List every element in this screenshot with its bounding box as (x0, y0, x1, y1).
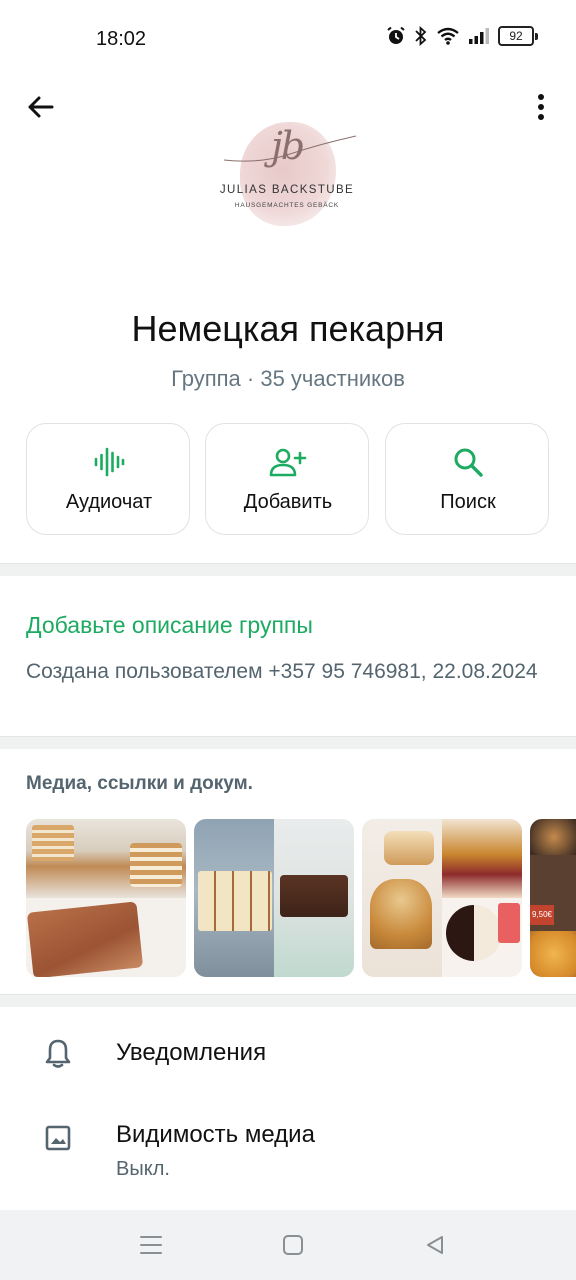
more-options-button[interactable] (526, 90, 556, 124)
battery-icon: 92 (498, 26, 538, 46)
nav-home-button[interactable] (278, 1232, 308, 1258)
nav-menu-button[interactable] (136, 1232, 166, 1258)
section-divider (0, 563, 576, 576)
notifications-row[interactable]: Уведомления (0, 1008, 576, 1098)
search-label: Поиск (440, 491, 496, 513)
audio-wave-icon (94, 447, 125, 477)
home-square-icon (283, 1235, 303, 1255)
nav-back-button[interactable] (420, 1232, 450, 1258)
audio-chat-button[interactable]: Аудиочат (26, 423, 190, 535)
image-icon (45, 1125, 71, 1151)
media-thumbnail-bread-price[interactable]: 9,50€ (530, 819, 576, 977)
media-thumbnail-bundt-cake[interactable] (362, 819, 522, 977)
section-divider (0, 994, 576, 1007)
logo-name: JULIAS BACKSTUBE (219, 184, 355, 196)
bell-icon (45, 1039, 71, 1068)
media-visibility-value: Выкл. (116, 1158, 170, 1180)
group-avatar[interactable]: jb JULIAS BACKSTUBE HAUSGEMACHTES GEBÄCK (212, 112, 362, 232)
status-icons: 92 (386, 26, 538, 46)
audio-chat-label: Аудиочат (65, 491, 153, 513)
notifications-label: Уведомления (116, 1039, 267, 1066)
logo-monogram: jb (270, 124, 305, 168)
add-participant-label: Добавить (243, 491, 333, 513)
status-bar: 18:02 92 (0, 0, 576, 76)
media-section-title[interactable]: Медиа, ссылки и докум. (26, 773, 253, 795)
signal-icon (469, 28, 489, 44)
status-time: 18:02 (96, 28, 147, 50)
back-triangle-icon (427, 1236, 443, 1254)
alarm-icon (387, 26, 405, 44)
group-title: Немецкая пекарня (131, 308, 445, 349)
media-visibility-row[interactable]: Видимость медиа Выкл. (0, 1100, 576, 1200)
group-subtitle[interactable]: Группа · 35 участников (0, 366, 576, 392)
media-thumbnail-honey-cake[interactable] (26, 819, 186, 977)
created-by-text: Создана пользователем +357 95 746981, 22… (26, 660, 538, 683)
wifi-icon (437, 27, 459, 45)
system-nav-bar (0, 1210, 576, 1280)
bread-price-label: 9,50€ (530, 905, 554, 925)
back-button[interactable] (20, 90, 60, 124)
battery-level: 92 (498, 26, 534, 46)
bluetooth-icon (415, 26, 427, 46)
logo-tagline: HAUSGEMACHTES GEBÄCK (234, 202, 340, 209)
menu-icon (140, 1236, 162, 1254)
media-thumbnail-tray-bakes[interactable] (194, 819, 354, 977)
more-vert-icon (538, 94, 544, 120)
add-person-icon (269, 448, 307, 477)
add-description-link[interactable]: Добавьте описание группы (26, 612, 313, 639)
media-visibility-label: Видимость медиа (116, 1121, 315, 1148)
arrow-left-icon (28, 96, 54, 118)
search-icon (454, 448, 483, 477)
add-participant-button[interactable]: Добавить (205, 423, 369, 535)
search-button[interactable]: Поиск (385, 423, 549, 535)
section-divider (0, 736, 576, 749)
